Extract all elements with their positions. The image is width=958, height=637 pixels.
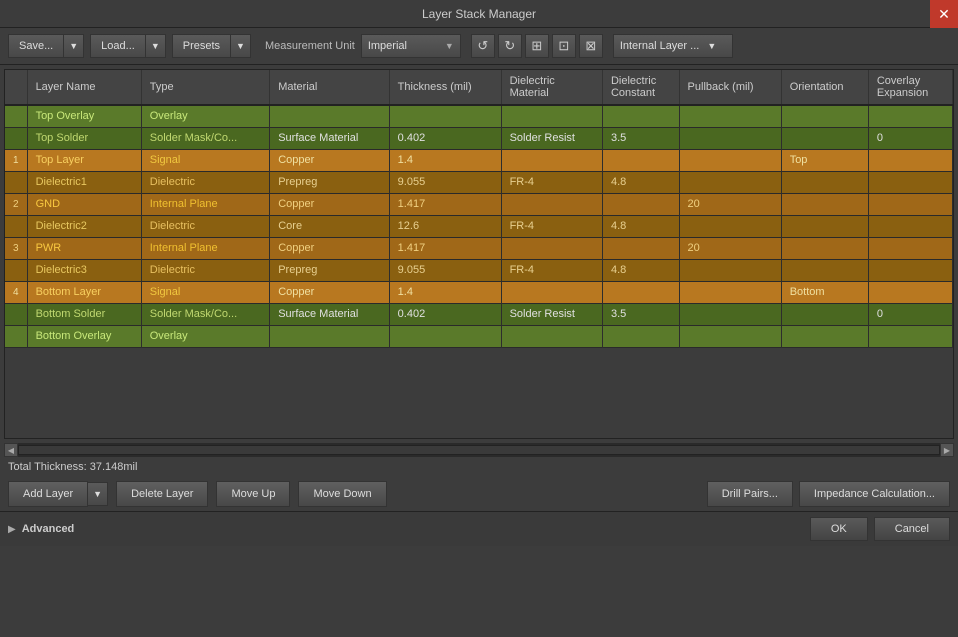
icon3: ⊠ [585, 38, 596, 54]
layer-table-container: Layer Name Type Material Thickness (mil)… [4, 69, 954, 439]
add-layer-button[interactable]: Add Layer [8, 481, 88, 507]
redo-button[interactable]: ↻ [498, 34, 522, 58]
col-num [5, 70, 27, 105]
save-dropdown-button[interactable]: ▼ [64, 34, 84, 58]
advanced-bar: ▶ Advanced OK Cancel [0, 511, 958, 546]
table-row[interactable]: 1Top LayerSignalCopper1.4Top [5, 149, 953, 171]
measurement-unit-select[interactable]: Imperial ▼ [361, 34, 461, 58]
table-row[interactable]: Bottom SolderSolder Mask/Co...Surface Ma… [5, 303, 953, 325]
table-row[interactable]: Dielectric1DielectricPrepreg9.055FR-44.8 [5, 171, 953, 193]
table-row[interactable]: 2GNDInternal PlaneCopper1.41720 [5, 193, 953, 215]
redo-icon: ↻ [504, 38, 515, 54]
presets-dropdown-button[interactable]: ▼ [231, 34, 251, 58]
icon2: ⊡ [558, 38, 569, 54]
measurement-unit-value: Imperial [368, 40, 407, 52]
scroll-right-button[interactable]: ▶ [940, 443, 954, 457]
main-layout: Save... ▼ Load... ▼ Presets ▼ Measuremen… [0, 28, 958, 637]
load-dropdown-button[interactable]: ▼ [146, 34, 166, 58]
move-down-button[interactable]: Move Down [298, 481, 386, 507]
table-row[interactable]: Dielectric3DielectricPrepreg9.055FR-44.8 [5, 259, 953, 281]
table-header-row: Layer Name Type Material Thickness (mil)… [5, 70, 953, 105]
layer-table: Layer Name Type Material Thickness (mil)… [5, 70, 953, 348]
scroll-left-button[interactable]: ◀ [4, 443, 18, 457]
table-row[interactable]: Bottom OverlayOverlay [5, 325, 953, 347]
internal-layer-arrow: ▼ [707, 41, 716, 51]
total-thickness-label: Total Thickness: 37.148mil [8, 461, 137, 473]
add-layer-group: Add Layer ▼ [8, 481, 108, 507]
toolbar-icons: ↺ ↻ ⊞ ⊡ ⊠ [471, 34, 603, 58]
col-layer-name: Layer Name [27, 70, 141, 105]
undo-icon: ↺ [477, 38, 488, 54]
table-row[interactable]: Top SolderSolder Mask/Co...Surface Mater… [5, 127, 953, 149]
col-coverlay: CoverlayExpansion [868, 70, 952, 105]
load-dropdown-arrow: ▼ [151, 41, 160, 51]
add-layer-dropdown-arrow: ▼ [93, 489, 102, 499]
right-button-group: Drill Pairs... Impedance Calculation... [707, 481, 950, 507]
col-dielectric-material: DielectricMaterial [501, 70, 602, 105]
internal-layer-label: Internal Layer ... [620, 40, 700, 52]
col-pullback: Pullback (mil) [679, 70, 781, 105]
advanced-expand-icon: ▶ [8, 524, 16, 535]
close-icon: ✕ [938, 6, 950, 23]
save-button[interactable]: Save... [8, 34, 64, 58]
total-thickness-section: Total Thickness: 37.148mil [0, 457, 958, 477]
presets-group: Presets ▼ [172, 34, 251, 58]
dialog-title: Layer Stack Manager [422, 7, 536, 21]
icon3-button[interactable]: ⊠ [579, 34, 603, 58]
icon1: ⊞ [531, 38, 542, 54]
measurement-unit-label: Measurement Unit [265, 40, 355, 52]
load-button[interactable]: Load... [90, 34, 146, 58]
save-group: Save... ▼ [8, 34, 84, 58]
measurement-unit-arrow: ▼ [445, 41, 454, 51]
undo-button[interactable]: ↺ [471, 34, 495, 58]
table-row[interactable]: Top OverlayOverlay [5, 105, 953, 127]
bottom-toolbar: Add Layer ▼ Delete Layer Move Up Move Do… [0, 477, 958, 511]
toolbar: Save... ▼ Load... ▼ Presets ▼ Measuremen… [0, 28, 958, 65]
advanced-label: Advanced [22, 523, 75, 535]
presets-button[interactable]: Presets [172, 34, 231, 58]
internal-layer-select[interactable]: Internal Layer ... ▼ [613, 34, 733, 58]
cancel-button[interactable]: Cancel [874, 517, 950, 541]
title-bar: Layer Stack Manager ✕ [0, 0, 958, 28]
add-layer-dropdown-button[interactable]: ▼ [88, 482, 108, 506]
horizontal-scrollbar[interactable]: ◀ ▶ [4, 443, 954, 457]
load-group: Load... ▼ [90, 34, 166, 58]
table-row[interactable]: 4Bottom LayerSignalCopper1.4Bottom [5, 281, 953, 303]
drill-pairs-button[interactable]: Drill Pairs... [707, 481, 793, 507]
col-material: Material [270, 70, 389, 105]
ok-button[interactable]: OK [810, 517, 868, 541]
table-body: Top OverlayOverlayTop SolderSolder Mask/… [5, 105, 953, 347]
presets-dropdown-arrow: ▼ [236, 41, 245, 51]
col-type: Type [141, 70, 269, 105]
table-row[interactable]: Dielectric2DielectricCore12.6FR-44.8 [5, 215, 953, 237]
icon1-button[interactable]: ⊞ [525, 34, 549, 58]
table-row[interactable]: 3PWRInternal PlaneCopper1.41720 [5, 237, 953, 259]
internal-layer-group: Internal Layer ... ▼ [613, 34, 733, 58]
ok-cancel-area: OK Cancel [810, 517, 950, 541]
delete-layer-button[interactable]: Delete Layer [116, 481, 208, 507]
scroll-track[interactable] [18, 445, 940, 455]
save-dropdown-arrow: ▼ [69, 41, 78, 51]
col-orientation: Orientation [781, 70, 868, 105]
icon2-button[interactable]: ⊡ [552, 34, 576, 58]
impedance-calculation-button[interactable]: Impedance Calculation... [799, 481, 950, 507]
move-up-button[interactable]: Move Up [216, 481, 290, 507]
col-thickness: Thickness (mil) [389, 70, 501, 105]
col-dielectric-constant: DielectricConstant [602, 70, 679, 105]
close-button[interactable]: ✕ [930, 0, 958, 28]
